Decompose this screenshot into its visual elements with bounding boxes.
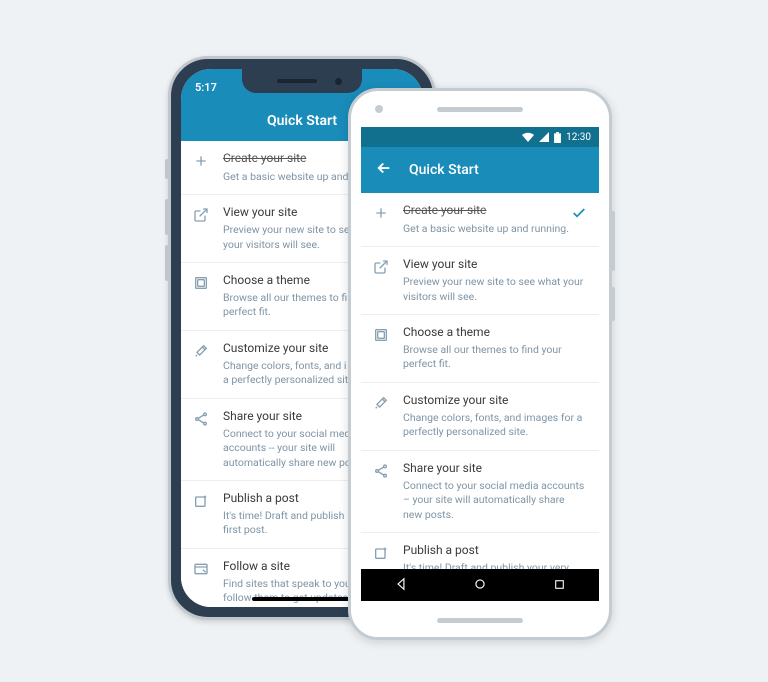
list-item[interactable]: Choose a theme Browse all our themes to … [361,315,599,383]
theme-icon [193,275,211,291]
list-item[interactable]: Customize your site Change colors, fonts… [361,383,599,451]
iphone-mute-switch [165,159,169,179]
iphone-notch [242,69,362,93]
android-screen: 12:30 Quick Start Create your site Get a… [361,127,599,601]
publish-icon [193,493,211,509]
tools-icon [193,343,211,359]
signal-icon [539,132,549,142]
follow-icon [193,561,211,577]
item-desc: Change colors, fonts, and images for a p… [403,411,585,439]
list-item[interactable]: Create your site Get a basic website up … [361,193,599,247]
android-nav-bar [361,569,599,601]
theme-icon [373,327,391,343]
wifi-icon [522,132,534,142]
android-quickstart-list: Create your site Get a basic website up … [361,193,599,600]
ios-time: 5:17 [195,81,217,94]
android-device: 12:30 Quick Start Create your site Get a… [348,88,612,640]
iphone-volume-up [165,199,169,235]
iphone-home-indicator [252,597,352,601]
android-app-bar: Quick Start [361,147,599,193]
android-front-camera [375,105,383,113]
item-title: Share your site [403,461,585,477]
publish-icon [373,545,391,561]
tools-icon [373,395,391,411]
list-item[interactable]: View your site Preview your new site to … [361,247,599,315]
item-title: Publish a post [403,543,585,559]
plus-icon [193,153,211,169]
iphone-volume-down [165,245,169,281]
android-speaker-grill [437,107,523,112]
android-volume-rocker [611,211,615,271]
android-status-bar: 12:30 [361,127,599,147]
item-title: View your site [403,257,585,273]
share-icon [373,463,391,479]
android-header-title: Quick Start [409,162,479,178]
battery-icon [554,132,561,143]
item-desc: Browse all our themes to find your perfe… [403,343,585,371]
back-arrow-icon[interactable] [375,159,393,181]
check-icon [571,205,587,225]
share-icon [193,411,211,427]
nav-recents-icon[interactable] [553,576,566,595]
list-item[interactable]: Share your site Connect to your social m… [361,451,599,533]
android-bottom-grill [437,618,523,623]
item-desc: Connect to your social media accounts – … [403,479,585,522]
plus-icon [373,205,391,221]
item-title: Create your site [403,203,585,219]
item-desc: Preview your new site to see what your v… [403,275,585,303]
android-power-button [611,287,615,321]
nav-home-icon[interactable] [473,576,487,595]
item-title: Customize your site [403,393,585,409]
external-link-icon [373,259,391,275]
android-time: 12:30 [566,132,591,143]
nav-back-icon[interactable] [394,576,408,595]
external-link-icon [193,207,211,223]
item-desc: Get a basic website up and running. [403,222,585,236]
item-title: Choose a theme [403,325,585,341]
